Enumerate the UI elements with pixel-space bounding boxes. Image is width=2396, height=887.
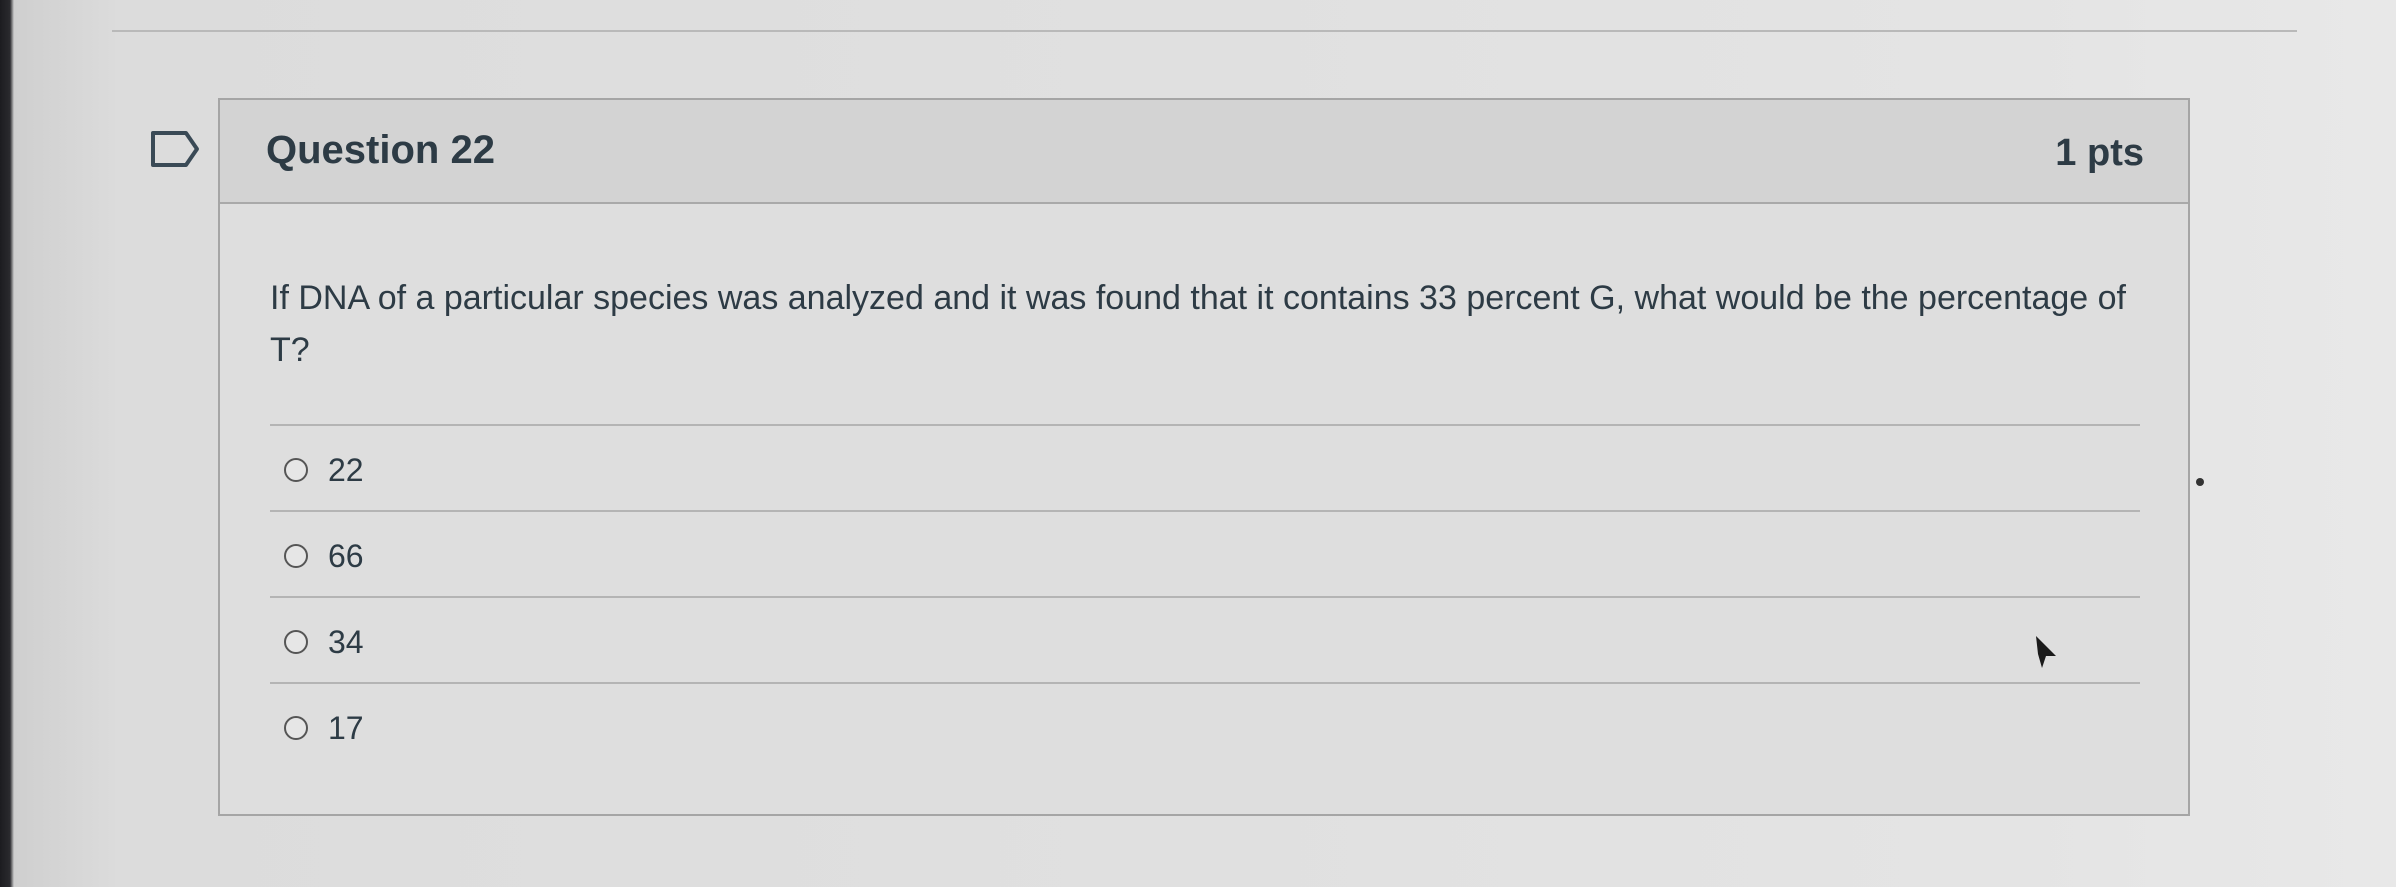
top-divider bbox=[112, 30, 2297, 32]
answer-option[interactable]: 22 bbox=[270, 424, 2140, 510]
answer-list: 22 66 34 17 bbox=[270, 424, 2140, 768]
question-points: 1 pts bbox=[2055, 132, 2144, 174]
flag-question-icon[interactable] bbox=[150, 130, 200, 168]
answer-label[interactable]: 22 bbox=[328, 452, 364, 489]
question-title: Question 22 bbox=[266, 128, 495, 172]
question-text: If DNA of a particular species was analy… bbox=[270, 279, 2126, 369]
question-header: Question 22 1 pts bbox=[220, 100, 2188, 204]
question-card: Question 22 1 pts If DNA of a particular… bbox=[218, 98, 2190, 816]
radio-button[interactable] bbox=[284, 544, 308, 568]
answer-option[interactable]: 66 bbox=[270, 510, 2140, 596]
answer-label[interactable]: 66 bbox=[328, 538, 364, 575]
answer-label[interactable]: 17 bbox=[328, 710, 364, 747]
dust-dot bbox=[2196, 478, 2204, 486]
radio-button[interactable] bbox=[284, 458, 308, 482]
radio-button[interactable] bbox=[284, 630, 308, 654]
radio-button[interactable] bbox=[284, 716, 308, 740]
pointer-cursor-icon bbox=[2036, 636, 2056, 668]
answer-label[interactable]: 34 bbox=[328, 624, 364, 661]
answer-option[interactable]: 34 bbox=[270, 596, 2140, 682]
answer-option[interactable]: 17 bbox=[270, 682, 2140, 768]
